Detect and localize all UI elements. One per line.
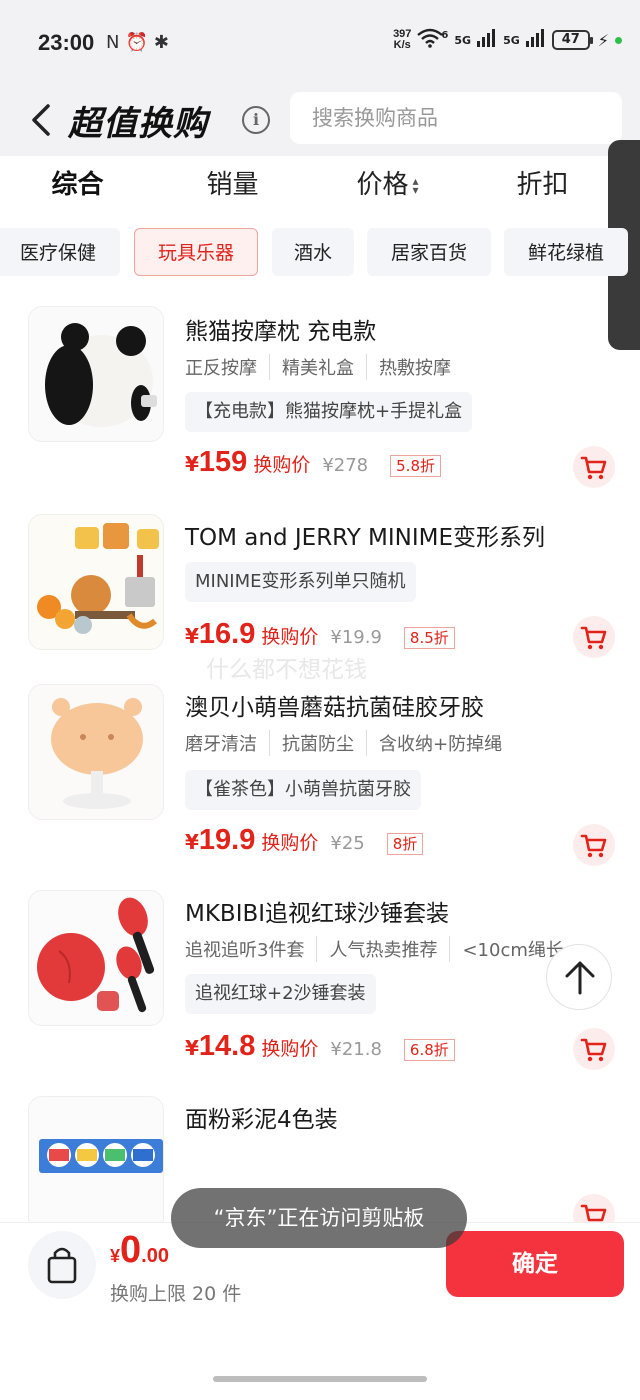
watermark-text: 什么都不想花钱: [206, 657, 367, 683]
discount-badge: 5.8折: [390, 455, 441, 477]
product-image[interactable]: [28, 514, 164, 650]
alarm-icon: ⏰: [125, 32, 148, 53]
product-tags: 正反按摩 精美礼盒 热敷按摩: [185, 354, 475, 380]
product-title: 熊猫按摩枕 充电款: [185, 319, 377, 345]
add-to-cart-button[interactable]: [573, 1194, 615, 1222]
net-speed: 397 K/s: [393, 28, 412, 51]
product-title: 澳贝小萌兽蘑菇抗菌硅胶牙胶: [185, 695, 484, 721]
price-row: ¥ 159 换购价 ¥278 5.8折: [185, 446, 441, 479]
original-price: ¥19.9: [330, 627, 382, 648]
sort-tab-comprehensive[interactable]: 综合: [0, 156, 155, 218]
bluetooth-icon: ✱: [153, 32, 169, 53]
confirm-button[interactable]: 确定: [446, 1231, 624, 1297]
header: 超值换购 i 搜索换购商品: [0, 88, 640, 156]
swap-limit-text: 换购上限 20 件: [110, 1283, 242, 1305]
add-to-cart-button[interactable]: [573, 824, 615, 866]
price-row: ¥ 16.9 换购价 ¥19.9 8.5折: [185, 618, 455, 651]
discount-badge: 8.5折: [403, 627, 455, 649]
product-spec[interactable]: 【充电款】熊猫按摩枕+手提礼盒: [185, 392, 473, 432]
product-spec[interactable]: 追视红球+2沙锤套装: [185, 974, 376, 1014]
product-card[interactable]: MKBIBI追视红球沙锤套装 追视追听3件套 人气热卖推荐 <10cm绳长 追视…: [0, 890, 640, 1080]
info-icon[interactable]: i: [242, 106, 270, 134]
search-input[interactable]: 搜索换购商品: [290, 92, 622, 144]
swap-price: 159: [198, 446, 248, 478]
page-title: 超值换购: [68, 104, 208, 144]
product-image[interactable]: [28, 684, 164, 820]
category-chips: 医疗保健 玩具乐器 酒水 居家百货 鲜花绿植: [0, 228, 640, 278]
original-price: ¥21.8: [330, 1039, 382, 1060]
category-liquor[interactable]: 酒水: [272, 228, 354, 276]
product-image[interactable]: [28, 890, 164, 1026]
product-title: MKBIBI追视红球沙锤套装: [185, 901, 450, 927]
back-icon[interactable]: [28, 100, 58, 140]
category-flowers[interactable]: 鲜花绿植: [504, 228, 628, 276]
sim2-label: 5G: [503, 33, 520, 47]
home-indicator[interactable]: [213, 1376, 427, 1382]
product-tags: 磨牙清洁 抗菌防尘 含收纳+防掉绳: [185, 730, 526, 756]
wifi-6-label: 6: [441, 29, 449, 41]
clipboard-toast: “京东”正在访问剪贴板: [171, 1188, 467, 1248]
discount-badge: 6.8折: [403, 1039, 455, 1061]
swap-price: 19.9: [198, 824, 256, 856]
status-left-icons: N ⏰ ✱: [106, 32, 169, 53]
product-spec[interactable]: 【雀茶色】小萌兽抗菌牙胶: [185, 770, 421, 810]
swap-price: 14.8: [198, 1030, 256, 1062]
product-card[interactable]: 熊猫按摩枕 充电款 正反按摩 精美礼盒 热敷按摩 【充电款】熊猫按摩枕+手提礼盒…: [0, 306, 640, 496]
shopping-bag-icon: [47, 1247, 77, 1284]
nfc-icon: N: [106, 32, 120, 53]
product-image[interactable]: [28, 1096, 164, 1222]
product-tags: 追视追听3件套 人气热卖推荐 <10cm绳长: [185, 936, 588, 962]
product-image[interactable]: [28, 306, 164, 442]
original-price: ¥278: [322, 455, 369, 476]
price-row: ¥ 14.8 换购价 ¥21.8 6.8折: [185, 1030, 455, 1063]
total-price: ¥0.00: [110, 1229, 169, 1271]
product-title: TOM and JERRY MINIME变形系列: [185, 525, 546, 551]
sim1-label: 5G: [454, 33, 472, 47]
price-row: ¥ 19.9 换购价 ¥25 8折: [185, 824, 424, 857]
category-home[interactable]: 居家百货: [367, 228, 491, 276]
battery-indicator: 47: [551, 30, 593, 50]
product-card[interactable]: TOM and JERRY MINIME变形系列 MINIME变形系列单只随机 …: [0, 514, 640, 664]
sort-tab-sales[interactable]: 销量: [155, 156, 310, 218]
product-title: 面粉彩泥4色装: [185, 1107, 338, 1133]
privacy-dot: [615, 36, 622, 44]
discount-badge: 8折: [386, 833, 424, 855]
status-right: 397 K/s 6 5G 5G 47 ⚡: [393, 28, 622, 52]
status-time: 23:00: [38, 30, 95, 55]
charging-icon: ⚡: [597, 30, 609, 50]
back-to-top-button[interactable]: [546, 944, 612, 1010]
original-price: ¥25: [330, 833, 365, 854]
sort-arrows-icon: ▴ ▾: [412, 173, 419, 197]
category-medical[interactable]: 医疗保健: [0, 228, 120, 276]
signal-icon-1: [477, 29, 497, 51]
sort-tabs: 综合 销量 价格 ▴ ▾ 折扣: [0, 156, 640, 218]
add-to-cart-button[interactable]: [573, 446, 615, 488]
sort-tab-price[interactable]: 价格 ▴ ▾: [310, 156, 465, 218]
status-bar: 23:00 N ⏰ ✱ 397 K/s 6 5G 5G 47 ⚡: [0, 0, 640, 88]
add-to-cart-button[interactable]: [573, 616, 615, 658]
shopping-bag-button[interactable]: [28, 1231, 96, 1299]
signal-icon-2: [525, 29, 546, 51]
product-spec[interactable]: MINIME变形系列单只随机: [185, 562, 416, 602]
product-card[interactable]: 澳贝小萌兽蘑菇抗菌硅胶牙胶 磨牙清洁 抗菌防尘 含收纳+防掉绳 【雀茶色】小萌兽…: [0, 684, 640, 874]
sort-tab-discount[interactable]: 折扣: [465, 156, 620, 218]
arrow-up-icon: [565, 961, 595, 995]
swap-price: 16.9: [198, 618, 256, 650]
category-toys[interactable]: 玩具乐器: [134, 228, 258, 276]
add-to-cart-button[interactable]: [573, 1028, 615, 1070]
wifi-icon: [417, 28, 444, 52]
